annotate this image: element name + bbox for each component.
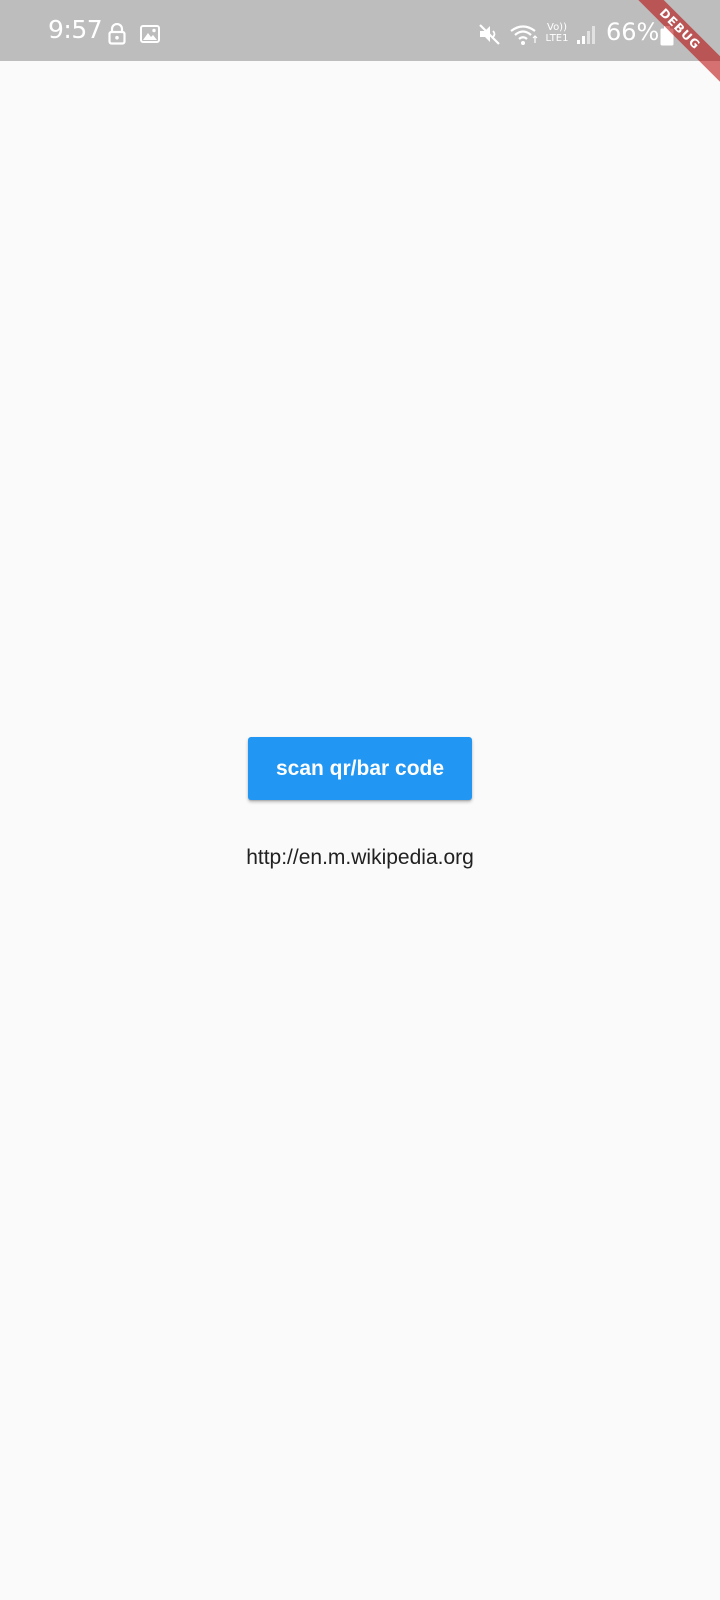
volte-icon: Vo)) LTE1 bbox=[545, 22, 569, 44]
image-icon bbox=[140, 25, 160, 43]
scan-code-button[interactable]: scan qr/bar code bbox=[248, 737, 472, 800]
mute-icon bbox=[479, 24, 500, 45]
wifi-icon bbox=[510, 25, 538, 45]
battery-percent: 66% bbox=[606, 18, 660, 46]
scan-result-text: http://en.m.wikipedia.org bbox=[246, 846, 474, 869]
status-time: 9:57 bbox=[48, 15, 103, 44]
main-content: scan qr/bar code http://en.m.wikipedia.o… bbox=[0, 61, 720, 1600]
battery-icon bbox=[660, 26, 674, 46]
status-bar: 9:57 Vo)) LTE1 66% bbox=[0, 0, 720, 61]
signal-icon bbox=[577, 26, 595, 44]
lock-icon bbox=[108, 23, 126, 45]
